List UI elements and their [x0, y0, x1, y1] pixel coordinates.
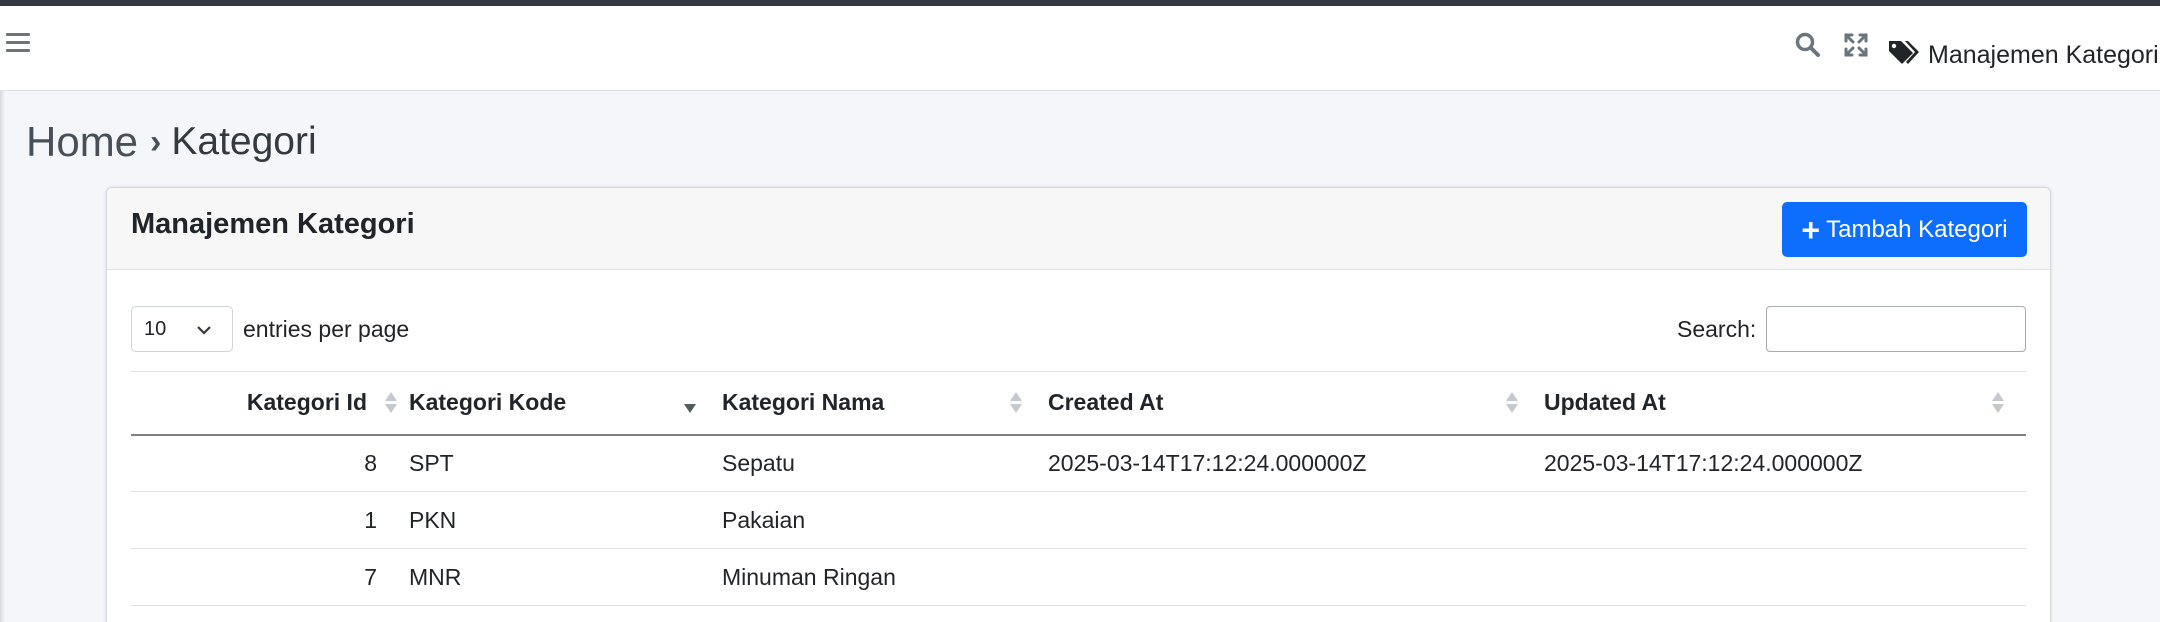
entries-value: 10: [144, 317, 167, 340]
breadcrumb: Home › Kategori: [26, 118, 317, 166]
cell-kategori-nama: Minuman Ringan: [718, 548, 1044, 606]
breadcrumb-current: Kategori: [171, 120, 317, 163]
category-table-wrap: Kategori Id Kategori Kode Kategori Nama …: [131, 371, 2026, 606]
cell-updated-at: 2025-03-14T17:12:24.000000Z: [1540, 434, 2026, 492]
table-header-row: Kategori Id Kategori Kode Kategori Nama …: [131, 371, 2026, 436]
cell-kategori-id: 1: [131, 491, 405, 549]
sort-descending-icon: [684, 392, 698, 416]
sidebar-edge: [0, 91, 5, 622]
chevron-down-icon: [196, 318, 212, 341]
card-title: Manajemen Kategori: [131, 208, 415, 240]
navbar-title: Manajemen Kategori: [1928, 40, 2159, 69]
hamburger-icon[interactable]: [6, 33, 30, 55]
entries-per-page-select[interactable]: 10: [131, 306, 233, 352]
table-search: Search:: [1677, 306, 2027, 352]
cell-kategori-kode: PKN: [405, 491, 718, 549]
sort-icon: [385, 392, 399, 416]
search-input[interactable]: [1766, 306, 2027, 352]
column-header-kategori-kode[interactable]: Kategori Kode: [405, 371, 718, 436]
category-table: Kategori Id Kategori Kode Kategori Nama …: [131, 371, 2026, 606]
search-label: Search:: [1677, 315, 1757, 342]
plus-icon: +: [1801, 211, 1821, 248]
cell-created-at: [1044, 548, 1540, 606]
cell-kategori-nama: Sepatu: [718, 434, 1044, 492]
sort-icon: [1992, 392, 2006, 416]
entries-control: 10 entries per page: [131, 306, 409, 352]
cell-updated-at: [1540, 491, 2026, 549]
table-row: 7 MNR Minuman Ringan: [131, 548, 2026, 606]
tags-icon: [1888, 39, 1928, 72]
cell-created-at: 2025-03-14T17:12:24.000000Z: [1044, 434, 1540, 492]
card-header: Manajemen Kategori + Tambah Kategori: [107, 188, 2050, 270]
column-header-updated-at[interactable]: Updated At: [1540, 371, 2026, 436]
expand-icon[interactable]: [1843, 32, 1873, 62]
cell-kategori-id: 7: [131, 548, 405, 606]
add-category-button[interactable]: + Tambah Kategori: [1782, 202, 2027, 257]
breadcrumb-home-link[interactable]: Home: [26, 118, 138, 166]
column-header-kategori-nama[interactable]: Kategori Nama: [718, 371, 1044, 436]
entries-label: entries per page: [243, 315, 410, 342]
table-row: 1 PKN Pakaian: [131, 491, 2026, 549]
sort-icon: [1010, 392, 1024, 416]
search-icon[interactable]: [1795, 32, 1825, 62]
cell-kategori-id: 8: [131, 434, 405, 492]
top-navbar: Manajemen Kategori: [0, 6, 2160, 91]
cell-kategori-nama: Pakaian: [718, 491, 1044, 549]
category-card: Manajemen Kategori + Tambah Kategori 10 …: [106, 187, 2051, 622]
add-category-label: Tambah Kategori: [1826, 215, 2008, 243]
cell-updated-at: [1540, 548, 2026, 606]
cell-created-at: [1044, 491, 1540, 549]
sort-icon: [1506, 392, 1520, 416]
column-header-created-at[interactable]: Created At: [1044, 371, 1540, 436]
cell-kategori-kode: SPT: [405, 434, 718, 492]
navbar-title-link[interactable]: Manajemen Kategori: [1888, 36, 2159, 74]
table-row: 8 SPT Sepatu 2025-03-14T17:12:24.000000Z…: [131, 434, 2026, 492]
column-header-kategori-id[interactable]: Kategori Id: [131, 371, 405, 436]
breadcrumb-separator: ›: [150, 122, 162, 161]
cell-kategori-kode: MNR: [405, 548, 718, 606]
